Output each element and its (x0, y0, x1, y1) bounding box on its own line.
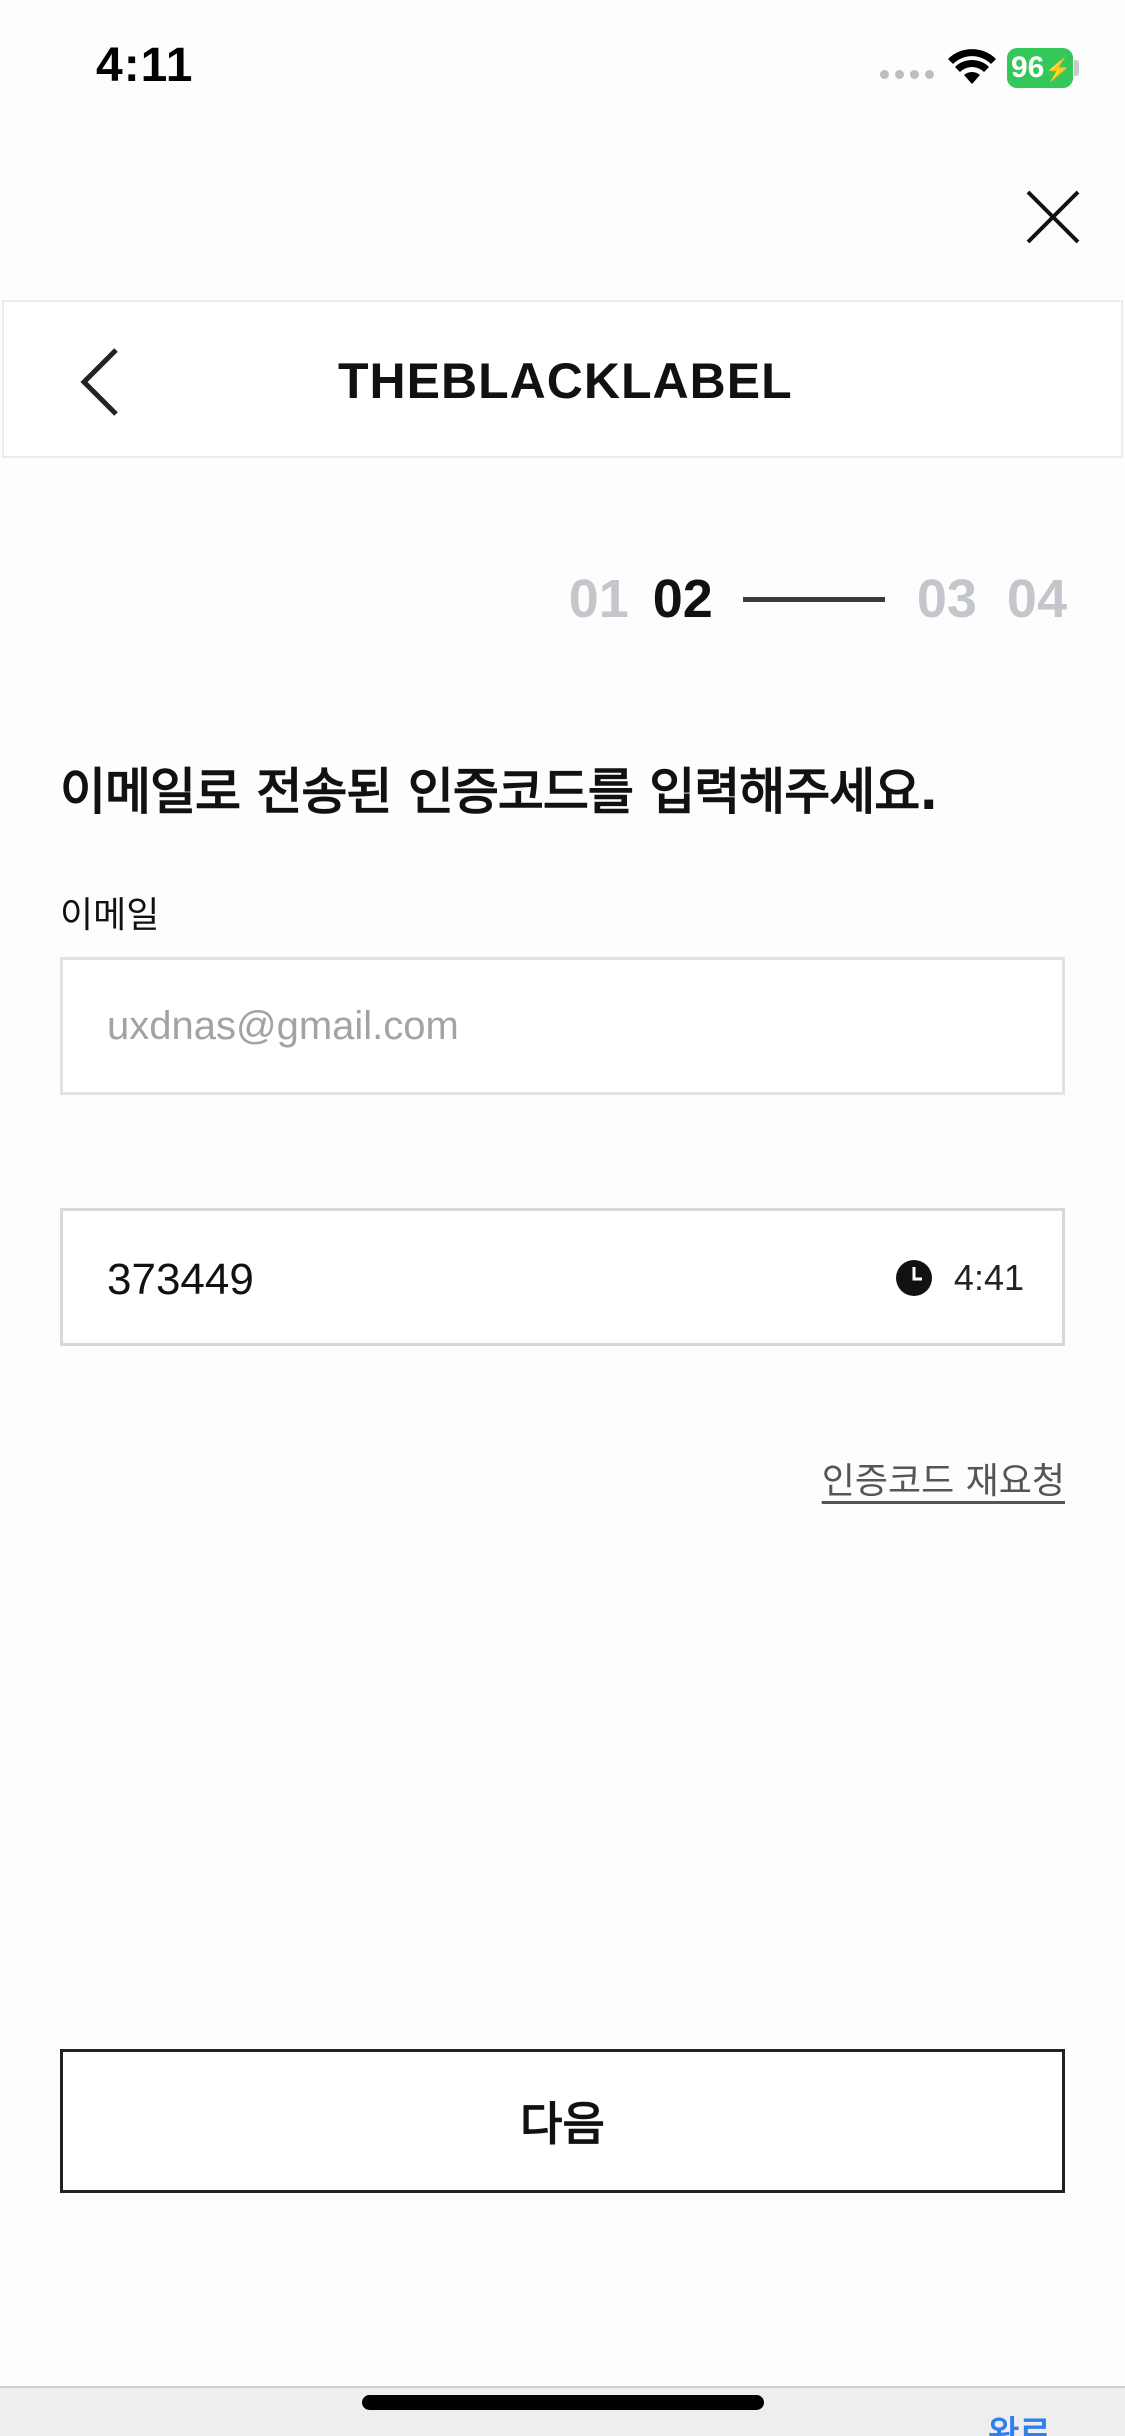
timer-text: 4:41 (953, 1257, 1024, 1298)
email-field[interactable]: uxdnas@gmail.com (60, 957, 1065, 1095)
home-indicator (362, 2395, 764, 2410)
keyboard-toolbar (0, 2386, 1125, 2436)
close-icon[interactable] (1022, 186, 1084, 248)
done-button[interactable]: 완료 (988, 2414, 1051, 2436)
battery-level: 96 (1011, 51, 1045, 84)
countdown-timer: 4:41 (894, 1257, 1024, 1299)
chevron-left-icon[interactable] (70, 344, 130, 420)
step-indicator: 01 02 03 04 (569, 568, 1067, 630)
step-3: 03 (916, 569, 977, 629)
page-title: 이메일로 전송된 인증코드를 입력해주세요. (60, 763, 938, 821)
status-bar: 4:11 96⚡ (0, 0, 1125, 130)
wifi-icon (948, 49, 996, 84)
cellular-signal-icon (880, 70, 934, 79)
clock-icon (895, 1260, 932, 1296)
battery-icon: 96⚡ (1007, 48, 1073, 88)
resend-code-link[interactable]: 인증코드 재요청 (822, 1452, 1065, 1504)
email-label: 이메일 (60, 895, 160, 936)
step-progress-line (742, 596, 885, 602)
step-4: 04 (1006, 569, 1067, 629)
next-button[interactable]: 다음 (60, 2049, 1065, 2193)
step-2-current: 02 (652, 569, 713, 629)
verification-code-field[interactable]: 373449 4:41 (60, 1208, 1065, 1346)
status-time: 4:11 (96, 39, 194, 92)
battery-cap (1074, 60, 1079, 76)
header-bar: THEBLACKLABEL (2, 300, 1123, 458)
step-1: 01 (568, 569, 629, 629)
brand-logo: THEBLACKLABEL (338, 353, 793, 409)
verification-code-value: 373449 (107, 1255, 254, 1304)
email-value: uxdnas@gmail.com (107, 1004, 459, 1048)
